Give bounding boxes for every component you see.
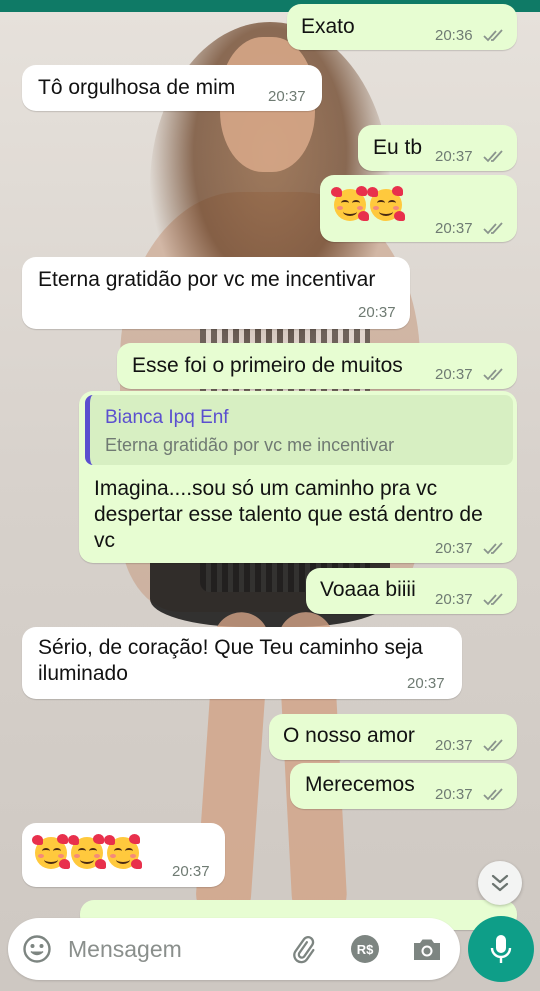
message-bubble-outgoing[interactable]: Voaaa biiii 20:37: [306, 568, 517, 614]
message-text: Voaaa biiii: [320, 578, 416, 601]
message-time: 20:37: [435, 148, 473, 165]
message-time: 20:37: [358, 304, 396, 321]
message-time: 20:37: [435, 737, 473, 754]
read-ticks-icon: [483, 788, 503, 801]
read-ticks-icon: [483, 222, 503, 235]
quoted-message[interactable]: Bianca Ipq Enf Eterna gratidão por vc me…: [85, 395, 513, 465]
read-ticks-icon: [483, 593, 503, 606]
microphone-icon: [490, 935, 512, 963]
microphone-button[interactable]: [468, 916, 534, 982]
message-bubble-incoming[interactable]: Eterna gratidão por vc me incentivar 20:…: [22, 257, 410, 329]
message-composer[interactable]: Mensagem R$: [8, 918, 460, 980]
message-bubble-outgoing[interactable]: Exato 20:36: [287, 4, 517, 50]
camera-icon[interactable]: [411, 934, 443, 964]
read-ticks-icon: [483, 29, 503, 42]
message-bubble-incoming[interactable]: 20:37: [22, 823, 225, 887]
message-time: 20:37: [268, 88, 306, 105]
double-chevron-down-icon: [491, 874, 509, 892]
message-text: Tô orgulhosa de mim: [38, 76, 236, 99]
message-bubble-outgoing[interactable]: O nosso amor 20:37: [269, 714, 517, 760]
message-time: 20:37: [172, 863, 210, 880]
paperclip-icon[interactable]: [288, 934, 318, 964]
read-ticks-icon: [483, 542, 503, 555]
emoji-group: [32, 834, 143, 874]
read-ticks-icon: [483, 368, 503, 381]
smiling-face-with-hearts-icon: [68, 834, 106, 869]
emoji-group: [331, 186, 406, 226]
read-ticks-icon: [483, 150, 503, 163]
message-bubble-outgoing[interactable]: Esse foi o primeiro de muitos 20:37: [117, 343, 517, 389]
scroll-to-bottom-button[interactable]: [478, 861, 522, 905]
message-bubble-incoming[interactable]: Sério, de coração! Que Teu caminho seja …: [22, 627, 462, 699]
message-bubble-outgoing[interactable]: Merecemos 20:37: [290, 763, 517, 809]
message-text: Imagina....sou só um caminho pra vc desp…: [94, 477, 483, 552]
message-time: 20:37: [435, 220, 473, 237]
quoted-sender-name: Bianca Ipq Enf: [105, 407, 229, 428]
svg-text:R$: R$: [357, 942, 374, 957]
read-ticks-icon: [483, 739, 503, 752]
message-time: 20:37: [435, 591, 473, 608]
quoted-text: Eterna gratidão por vc me incentivar: [105, 435, 395, 455]
message-bubble-outgoing[interactable]: Eu tb 20:37: [358, 125, 517, 171]
message-time: 20:36: [435, 27, 473, 44]
message-time: 20:37: [435, 540, 473, 557]
message-text: Eu tb: [373, 136, 423, 159]
smiling-face-with-hearts-icon: [104, 834, 142, 869]
real-currency-icon[interactable]: R$: [350, 934, 380, 964]
message-text: Eterna gratidão por vc me incentivar: [38, 268, 376, 291]
smiling-face-with-hearts-icon: [367, 186, 405, 221]
message-input[interactable]: Mensagem: [68, 936, 182, 963]
smiling-face-with-hearts-icon: [331, 186, 369, 221]
message-time: 20:37: [435, 366, 473, 383]
message-text: O nosso amor: [283, 724, 415, 747]
message-text: Merecemos: [305, 773, 415, 796]
message-text: Esse foi o primeiro de muitos: [132, 354, 403, 377]
smiley-icon[interactable]: [22, 934, 52, 964]
message-text: Sério, de coração! Que Teu caminho seja …: [38, 636, 423, 685]
message-bubble-outgoing[interactable]: 20:37: [320, 175, 517, 242]
smiling-face-with-hearts-icon: [32, 834, 70, 869]
message-text: Exato: [301, 15, 355, 38]
message-time: 20:37: [435, 786, 473, 803]
message-time: 20:37: [407, 675, 445, 692]
message-bubble-incoming[interactable]: Tô orgulhosa de mim 20:37: [22, 65, 322, 111]
